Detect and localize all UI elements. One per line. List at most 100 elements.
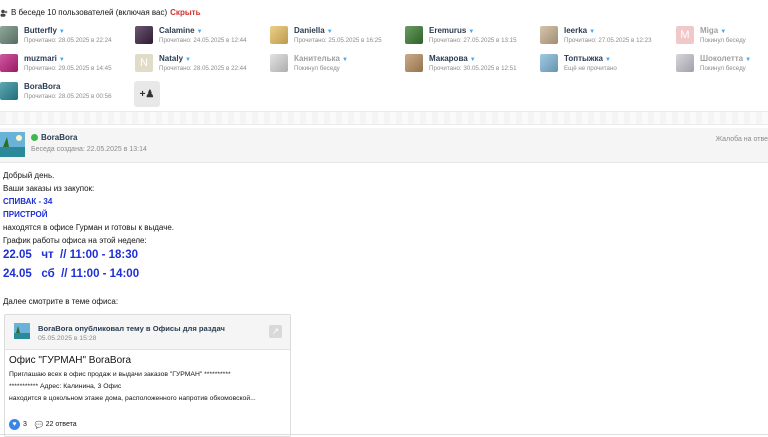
like-icon[interactable]: ♥ [9, 419, 20, 430]
participant-item[interactable]: Шоколетта ▼ Покинул беседу [676, 54, 768, 78]
replies-count[interactable]: 22 ответа [46, 421, 77, 428]
participant-name[interactable]: BoraBora [24, 82, 60, 91]
participant-item[interactable]: M Miga ▼ Покинул беседу [676, 26, 768, 50]
card-header: BoraBora опубликовал тему в Офисы для ра… [5, 315, 290, 350]
chevron-down-icon[interactable]: ▼ [327, 29, 333, 35]
participant-item[interactable]: muzmari ▼ Прочитано: 29.05.2025 в 14:45 [0, 54, 125, 78]
chevron-down-icon[interactable]: ▼ [605, 57, 611, 63]
chevron-down-icon[interactable]: ▼ [470, 57, 476, 63]
author-avatar[interactable] [0, 132, 25, 157]
participant-status: Прочитано: 27.05.2025 в 13:15 [429, 37, 517, 44]
card-date: 05.05.2025 в 15:28 [38, 335, 97, 342]
chevron-down-icon[interactable]: ▼ [185, 57, 191, 63]
participant-status: Покинул беседу [700, 65, 746, 72]
participant-item[interactable]: Макарова ▼ Прочитано: 30.05.2025 в 12:51 [405, 54, 530, 78]
participant-avatar[interactable] [405, 26, 423, 44]
participant-avatar[interactable]: M [676, 26, 694, 44]
message-header: BoraBora Беседа создана: 22.05.2025 в 13… [0, 128, 768, 163]
participant-item[interactable]: BoraBora Прочитано: 28.05.2025 в 00:56 [0, 82, 125, 106]
conversation-created: Беседа создана: 22.05.2025 в 13:14 [31, 146, 147, 153]
participant-item[interactable]: Eremurus ▼ Прочитано: 27.05.2025 в 13:15 [405, 26, 530, 50]
participant-name[interactable]: Nataly ▼ [159, 54, 191, 63]
participant-name[interactable]: Calamine ▼ [159, 26, 203, 35]
chevron-down-icon[interactable]: ▼ [468, 29, 474, 35]
chevron-down-icon[interactable]: ▼ [745, 57, 751, 63]
participant-status: Прочитано: 25.05.2025 в 16:25 [294, 37, 382, 44]
participant-avatar[interactable] [135, 26, 153, 44]
schedule-line: 24.05 сб // 11:00 - 14:00 [3, 268, 140, 280]
participant-avatar[interactable] [0, 54, 18, 72]
participant-status: Прочитано: 28.05.2025 в 22:44 [159, 65, 247, 72]
participant-name[interactable]: Макарова ▼ [429, 54, 476, 63]
participant-item[interactable]: N Nataly ▼ Прочитано: 28.05.2025 в 22:44 [135, 54, 260, 78]
participant-status: Прочитано: 29.05.2025 в 14:45 [24, 65, 112, 72]
chevron-down-icon[interactable]: ▼ [720, 29, 726, 35]
card-title[interactable]: Офис "ГУРМАН" BoraBora [9, 355, 131, 366]
chevron-down-icon[interactable]: ▼ [342, 57, 348, 63]
schedule-line: 22.05 чт // 11:00 - 18:30 [3, 249, 139, 261]
participant-status: Прочитано: 27.05.2025 в 12:23 [564, 37, 652, 44]
message-line: ПРИСТРОЙ [3, 210, 48, 219]
message-line: находятся в офисе Гурман и готовы к выда… [3, 223, 175, 232]
add-participant-button[interactable]: +♟ [134, 81, 160, 107]
participant-avatar[interactable] [270, 26, 288, 44]
participant-item[interactable]: leerka ▼ Прочитано: 27.05.2025 в 12:23 [540, 26, 665, 50]
participant-avatar[interactable] [676, 54, 694, 72]
participant-item[interactable]: Топтыжка ▼ Ещё не прочитано [540, 54, 665, 78]
participants-count-text: В беседе 10 пользователей (включая вас) [11, 8, 168, 17]
participant-status: Прочитано: 24.05.2025 в 12:44 [159, 37, 247, 44]
chevron-down-icon[interactable]: ▼ [59, 29, 65, 35]
comment-icon: 💬 [34, 421, 44, 429]
message-line: Добрый день. [3, 171, 55, 180]
card-author-avatar[interactable] [14, 323, 30, 339]
users-icon [0, 9, 8, 17]
card-publisher[interactable]: BoraBora опубликовал тему в Офисы для ра… [38, 324, 225, 333]
participant-name[interactable]: Канителька ▼ [294, 54, 348, 63]
participant-avatar[interactable] [540, 26, 558, 44]
participant-name[interactable]: leerka ▼ [564, 26, 595, 35]
message-line: Далее смотрите в теме офиса: [3, 297, 119, 306]
message-author[interactable]: BoraBora [41, 133, 77, 142]
participant-avatar[interactable] [0, 26, 18, 44]
decorative-divider [0, 111, 768, 125]
participant-status: Прочитано: 28.05.2025 в 22:24 [24, 37, 112, 44]
card-snippet-line: *********** Адрес: Калинина, 3 Офис [9, 383, 122, 390]
online-status-icon [31, 134, 38, 141]
participants-header: В беседе 10 пользователей (включая вас) … [0, 8, 201, 17]
add-user-icon: +♟ [139, 88, 155, 100]
participant-item[interactable]: Calamine ▼ Прочитано: 24.05.2025 в 12:44 [135, 26, 260, 50]
card-footer: ♥ 3 💬 22 ответа [9, 419, 77, 430]
participant-name[interactable]: Топтыжка ▼ [564, 54, 611, 63]
participant-item[interactable]: Butterfly ▼ Прочитано: 28.05.2025 в 22:24 [0, 26, 125, 50]
chevron-down-icon[interactable]: ▼ [589, 29, 595, 35]
participant-avatar[interactable]: N [135, 54, 153, 72]
participant-status: Покинул беседу [294, 65, 340, 72]
thread-preview-card[interactable]: BoraBora опубликовал тему в Офисы для ра… [4, 314, 291, 437]
message-line: СПИВАК - 34 [3, 197, 53, 206]
participant-status: Ещё не прочитано [564, 65, 617, 72]
participant-avatar[interactable] [0, 82, 18, 100]
participant-name[interactable]: Butterfly ▼ [24, 26, 65, 35]
card-snippet-line: находится в цокольном этаже дома, распол… [9, 395, 256, 402]
participant-status: Прочитано: 28.05.2025 в 00:56 [24, 93, 112, 100]
participant-avatar[interactable] [405, 54, 423, 72]
external-link-icon[interactable]: ↗ [269, 325, 282, 338]
message-line: Ваши заказы из закупок: [3, 184, 95, 193]
participant-avatar[interactable] [540, 54, 558, 72]
likes-count: 3 [23, 421, 27, 428]
participant-name[interactable]: muzmari ▼ [24, 54, 65, 63]
card-snippet-line: Приглашаю всех в офис продаж и выдачи за… [9, 371, 231, 378]
participant-name[interactable]: Шоколетта ▼ [700, 54, 751, 63]
participant-item[interactable]: Daniella ▼ Прочитано: 25.05.2025 в 16:25 [270, 26, 395, 50]
hide-participants-link[interactable]: Скрыть [170, 8, 200, 17]
participant-item[interactable]: Канителька ▼ Покинул беседу [270, 54, 395, 78]
message-line: График работы офиса на этой неделе: [3, 236, 147, 245]
chevron-down-icon[interactable]: ▼ [197, 29, 203, 35]
report-link[interactable]: Жалоба на отве [716, 136, 768, 143]
participant-name[interactable]: Daniella ▼ [294, 26, 333, 35]
participant-name[interactable]: Eremurus ▼ [429, 26, 474, 35]
chevron-down-icon[interactable]: ▼ [59, 57, 65, 63]
participant-name[interactable]: Miga ▼ [700, 26, 726, 35]
participant-status: Покинул беседу [700, 37, 746, 44]
participant-avatar[interactable] [270, 54, 288, 72]
